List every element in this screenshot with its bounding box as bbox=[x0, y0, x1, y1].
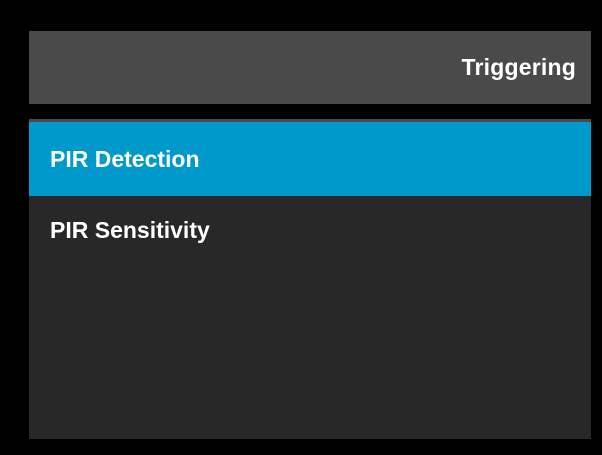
page-title: Triggering bbox=[461, 54, 576, 80]
menu-item-pir-detection[interactable]: PIR Detection bbox=[29, 122, 591, 196]
menu-item-label: PIR Detection bbox=[50, 145, 200, 172]
menu-item-pir-sensitivity[interactable]: PIR Sensitivity bbox=[29, 196, 591, 260]
header-bar: Triggering bbox=[29, 31, 591, 104]
screen: Triggering PIR Detection PIR Sensitivity bbox=[0, 0, 602, 455]
menu-item-label: PIR Sensitivity bbox=[50, 217, 210, 243]
menu-list: PIR Detection PIR Sensitivity bbox=[29, 119, 591, 439]
